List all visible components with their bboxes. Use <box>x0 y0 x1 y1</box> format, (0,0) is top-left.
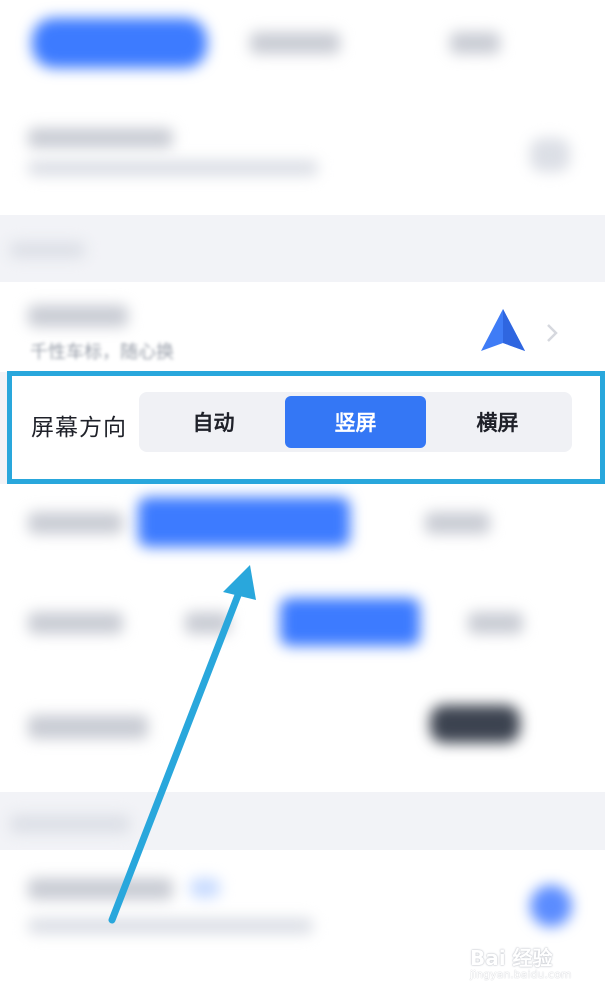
pointer-arrow-icon <box>108 565 256 924</box>
watermark-url: jingyan.baidu.com <box>470 968 572 981</box>
baidu-watermark: Bai 经验 jingyan.baidu.com <box>470 938 600 988</box>
watermark-text: Bai 经验 <box>470 946 553 970</box>
